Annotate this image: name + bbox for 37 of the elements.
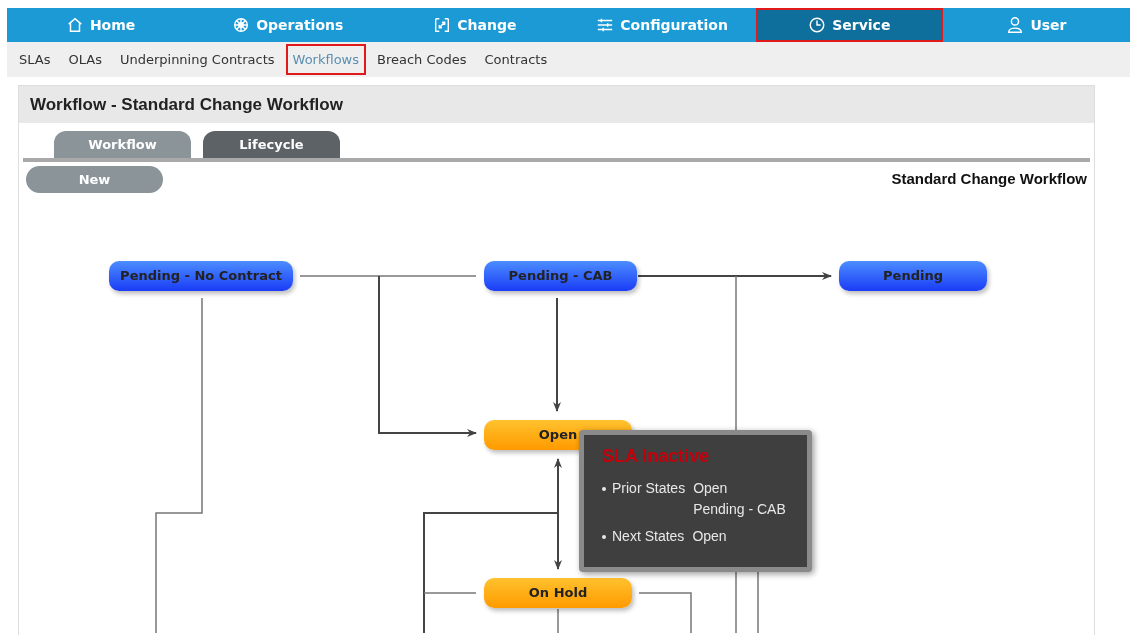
state-node[interactable]: Pending (839, 261, 987, 291)
arrows-icon (433, 16, 452, 34)
workflow-name: Standard Change Workflow (891, 169, 1087, 190)
nav-tab[interactable]: Home (7, 8, 195, 42)
tooltip-value: Pending - CAB (693, 500, 786, 519)
nav-tab[interactable]: Configuration (568, 8, 756, 42)
wheel-icon (232, 16, 251, 34)
subnav-link[interactable]: OLAs (61, 43, 109, 76)
bullet-icon (602, 535, 606, 540)
nav-tab[interactable]: Operations (194, 8, 382, 42)
home-icon (65, 16, 84, 34)
tooltip-value: Open (693, 479, 729, 498)
state-node[interactable]: Pending - No Contract (109, 261, 293, 291)
subnav-link[interactable]: Contracts (477, 43, 555, 76)
nav-tab[interactable]: Service (755, 8, 943, 42)
bullet-icon (602, 487, 606, 492)
tab[interactable]: Workflow (54, 131, 191, 158)
person-icon (1006, 16, 1025, 34)
connector-line (557, 608, 559, 633)
state-node[interactable]: On Hold (484, 578, 632, 608)
sliders-icon (596, 16, 615, 34)
nav-tab[interactable]: Change (381, 8, 569, 42)
tooltip-value: Open (692, 527, 727, 546)
panel-title: Workflow - Standard Change Workflow (19, 86, 1094, 123)
connector-line (638, 592, 692, 633)
clock-icon (808, 16, 827, 34)
subnav-link[interactable]: Underpinning Contracts (112, 43, 282, 76)
tooltip-label: Prior States (612, 480, 686, 496)
tab[interactable]: Lifecycle (203, 131, 340, 158)
subnav-link[interactable]: Breach Codes (370, 43, 474, 76)
subnav-link[interactable]: SLAs (12, 43, 58, 76)
connector-line (423, 592, 477, 594)
nav-tab[interactable]: User (942, 8, 1131, 42)
subnav-link[interactable]: Workflows (285, 43, 366, 76)
tooltip-label: Next States (612, 528, 685, 544)
state-node[interactable]: Pending - CAB (484, 261, 637, 291)
new-button[interactable]: New (26, 166, 163, 193)
